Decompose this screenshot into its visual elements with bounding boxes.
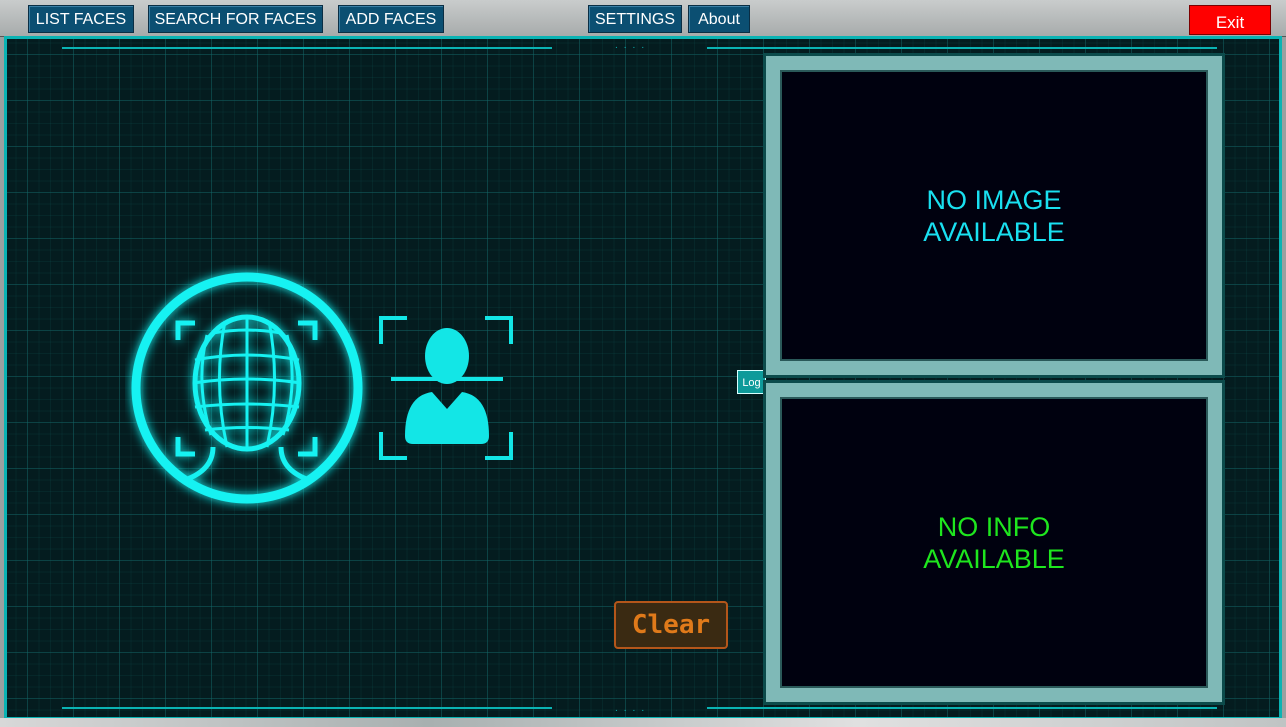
- menu-bar: LIST FACES SEARCH FOR FACES ADD FACES SE…: [0, 0, 1286, 37]
- add-faces-button[interactable]: ADD FACES: [338, 5, 444, 33]
- about-button[interactable]: About: [688, 5, 750, 33]
- settings-button[interactable]: SETTINGS: [588, 5, 682, 33]
- search-for-faces-button[interactable]: SEARCH FOR FACES: [148, 5, 323, 33]
- face-scan-icon: [125, 265, 371, 516]
- bottom-decor-line-left: [62, 707, 552, 709]
- bottom-decor-dots: ....: [615, 703, 651, 714]
- app-window: LIST FACES SEARCH FOR FACES ADD FACES SE…: [0, 0, 1286, 727]
- list-faces-button[interactable]: LIST FACES: [28, 5, 134, 33]
- info-display: NO INFO AVAILABLE: [780, 397, 1208, 688]
- info-frame: NO INFO AVAILABLE: [763, 380, 1225, 705]
- image-frame: NO IMAGE AVAILABLE: [763, 53, 1225, 378]
- no-image-text: NO IMAGE AVAILABLE: [923, 184, 1065, 248]
- no-info-line1: NO INFO: [937, 511, 1051, 542]
- desktop-background-strip: [0, 718, 1286, 727]
- no-info-line2: AVAILABLE: [923, 543, 1065, 574]
- top-decor-dots: ....: [615, 40, 651, 51]
- no-image-line2: AVAILABLE: [923, 216, 1065, 247]
- exit-button[interactable]: Exit: [1189, 5, 1271, 35]
- log-button[interactable]: Log: [737, 370, 766, 394]
- top-decor-line-right: [707, 47, 1217, 49]
- main-panel: .... .... Clear Log NO IMAGE AVAILABLE N…: [4, 36, 1282, 720]
- no-image-line1: NO IMAGE: [926, 184, 1062, 215]
- no-info-text: NO INFO AVAILABLE: [923, 511, 1065, 575]
- bottom-decor-line-right: [707, 707, 1217, 709]
- person-scan-icon: [377, 314, 517, 467]
- image-display: NO IMAGE AVAILABLE: [780, 70, 1208, 361]
- clear-button[interactable]: Clear: [614, 601, 728, 649]
- top-decor-line-left: [62, 47, 552, 49]
